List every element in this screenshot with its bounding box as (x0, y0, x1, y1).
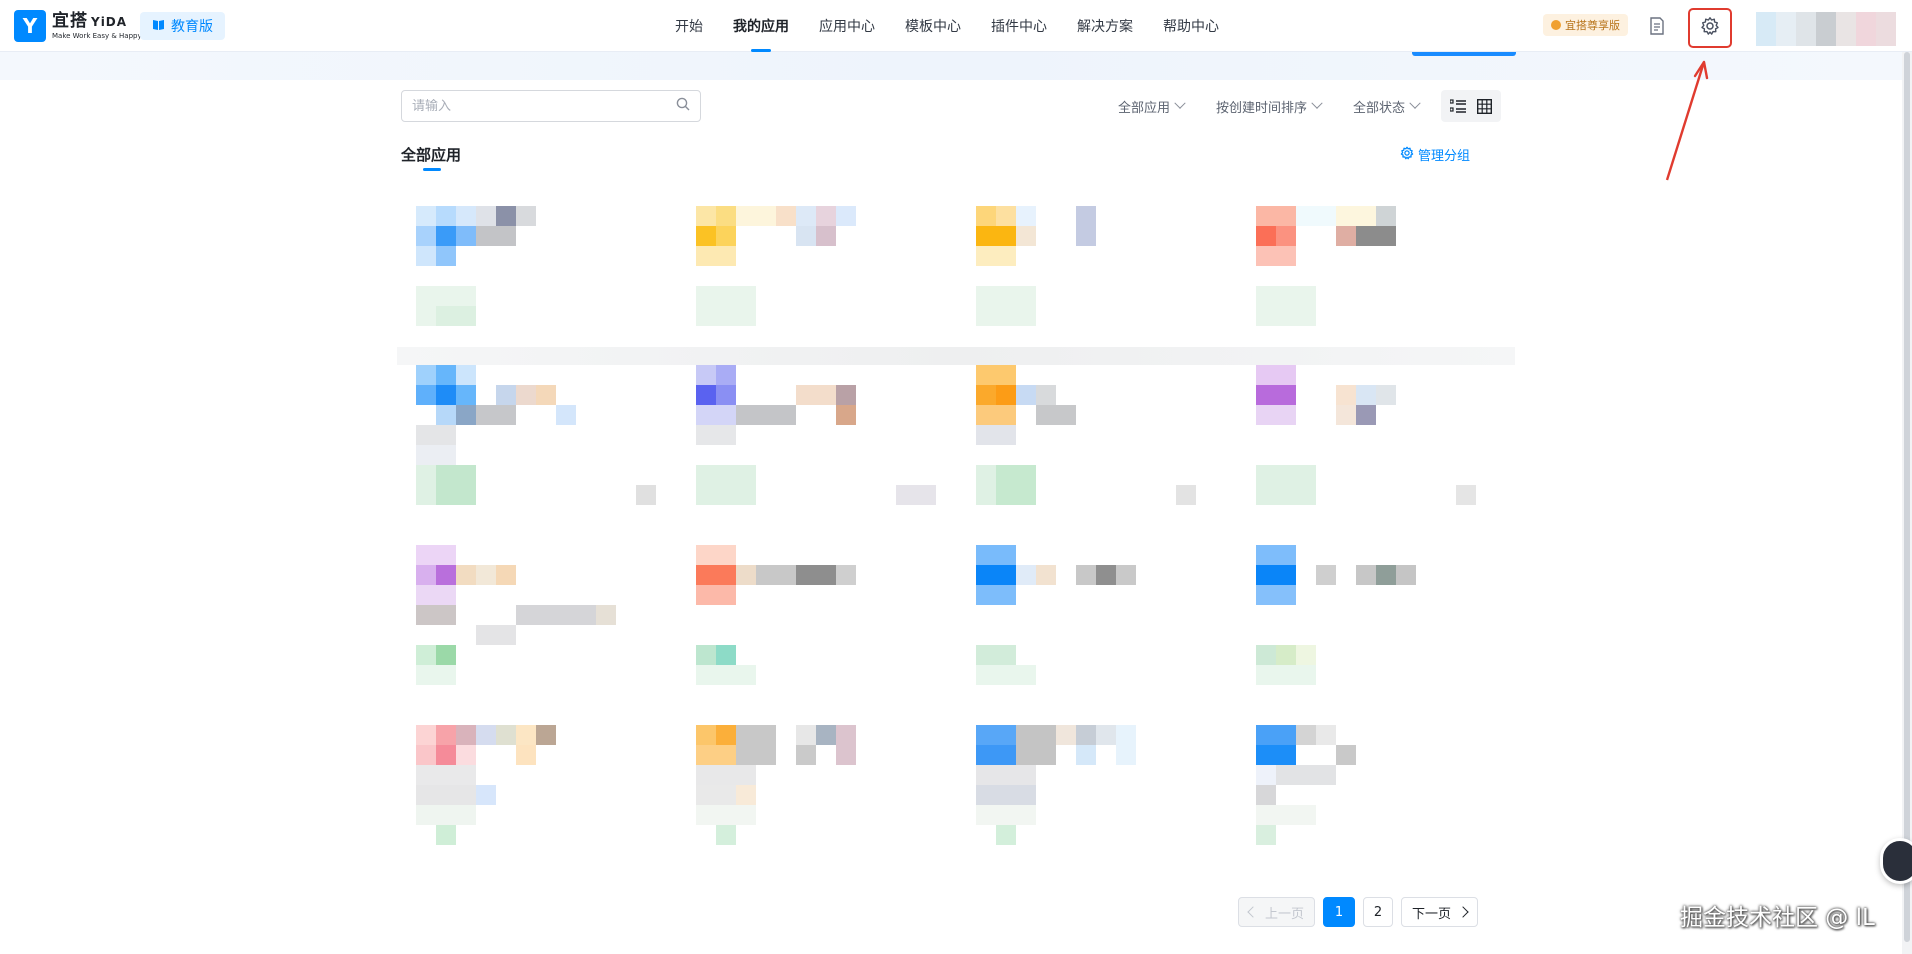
top-navigation-bar: Y 宜搭 YiDA Make Work Easy & Happy 教育版 开始 我… (0, 0, 1912, 52)
filter-app-type[interactable]: 全部应用 (1118, 97, 1186, 116)
chevron-right-icon (1457, 906, 1469, 918)
page-button-2[interactable]: 2 (1363, 897, 1394, 927)
scrollbar-thumb[interactable] (1904, 52, 1910, 942)
nav-item-template-center[interactable]: 模板中心 (890, 0, 976, 52)
app-card[interactable] (976, 206, 1236, 346)
document-icon[interactable] (1648, 16, 1666, 36)
app-card[interactable] (696, 365, 956, 515)
education-edition-badge[interactable]: 教育版 (140, 12, 225, 40)
filter-group: 全部应用 按创建时间排序 全部状态 (1086, 90, 1501, 122)
search-input[interactable] (412, 98, 676, 114)
filter-status[interactable]: 全部状态 (1353, 97, 1421, 116)
nav-item-start[interactable]: 开始 (660, 0, 718, 52)
nav-item-help-center[interactable]: 帮助中心 (1148, 0, 1234, 52)
app-card[interactable] (976, 545, 1236, 695)
app-card[interactable] (416, 206, 676, 346)
user-avatar[interactable] (1756, 12, 1896, 46)
app-card[interactable] (976, 725, 1236, 875)
nav-item-app-center[interactable]: 应用中心 (804, 0, 890, 52)
premium-icon (1551, 20, 1561, 30)
annotation-arrow (1665, 60, 1709, 181)
manage-groups-button[interactable]: 管理分组 (1400, 145, 1470, 164)
section-title[interactable]: 全部应用 (401, 144, 461, 165)
pagination: 上一页 1 2 下一页 (1238, 896, 1486, 928)
gear-icon (1700, 16, 1720, 40)
chevron-down-icon (1311, 97, 1323, 109)
brand-name-suffix: YiDA (91, 14, 128, 29)
nav-item-solutions[interactable]: 解决方案 (1062, 0, 1148, 52)
filter-sort[interactable]: 按创建时间排序 (1216, 97, 1323, 116)
main-nav: 开始 我的应用 应用中心 模板中心 插件中心 解决方案 帮助中心 (660, 0, 1234, 52)
chevron-left-icon (1247, 906, 1259, 918)
book-icon (152, 18, 165, 35)
app-card[interactable] (1256, 206, 1516, 346)
row-divider (397, 347, 1515, 365)
premium-label: 宜搭尊享版 (1565, 19, 1620, 32)
app-card[interactable] (416, 365, 676, 515)
view-mode-toggle (1441, 90, 1501, 122)
yida-logo[interactable]: Y 宜搭 YiDA Make Work Easy & Happy (14, 10, 142, 42)
brand-name: 宜搭 (52, 10, 88, 31)
page-button-1[interactable]: 1 (1323, 897, 1356, 927)
section-title-underline (423, 168, 441, 171)
edition-label: 教育版 (171, 19, 213, 35)
gear-icon (1400, 146, 1414, 164)
next-page-button[interactable]: 下一页 (1401, 897, 1479, 927)
app-card[interactable] (1256, 725, 1516, 875)
app-card[interactable] (696, 725, 956, 875)
premium-edition-badge[interactable]: 宜搭尊享版 (1543, 14, 1628, 36)
app-card[interactable] (416, 545, 676, 695)
app-card[interactable] (1256, 545, 1516, 695)
nav-item-plugin-center[interactable]: 插件中心 (976, 0, 1062, 52)
settings-button[interactable] (1688, 8, 1732, 48)
apps-toolbar: 全部应用 按创建时间排序 全部状态 (401, 90, 1501, 122)
prev-page-button[interactable]: 上一页 (1238, 897, 1316, 927)
floating-help-button[interactable] (1880, 838, 1912, 884)
app-card[interactable] (976, 365, 1236, 515)
app-card[interactable] (696, 545, 956, 695)
yida-logo-mark: Y (14, 10, 46, 42)
list-view-icon[interactable] (1446, 94, 1470, 118)
brand-slogan: Make Work Easy & Happy (52, 31, 142, 40)
search-box[interactable] (401, 90, 701, 122)
grid-view-icon[interactable] (1472, 94, 1496, 118)
chevron-down-icon (1409, 97, 1421, 109)
watermark: 掘金技术社区 @ lL (1680, 905, 1875, 931)
search-icon[interactable] (676, 97, 690, 115)
banner-strip (0, 52, 1912, 80)
app-card[interactable] (416, 725, 676, 875)
chevron-down-icon (1174, 97, 1186, 109)
nav-item-my-apps[interactable]: 我的应用 (718, 0, 804, 52)
app-card[interactable] (1256, 365, 1516, 515)
app-card[interactable] (696, 206, 956, 346)
